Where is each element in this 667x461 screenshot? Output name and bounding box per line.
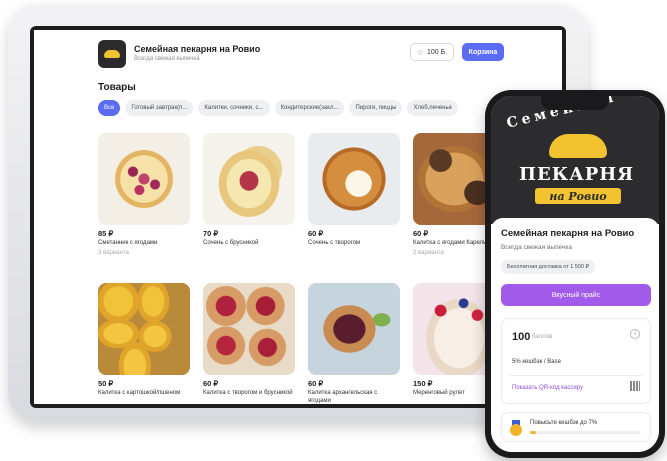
- product-photo[interactable]: [98, 283, 190, 375]
- points-button[interactable]: ☆ 100 Б.: [410, 43, 454, 61]
- phone-screen: Семейная ПЕКАРНЯ на Ровио Семейная пекар…: [491, 96, 659, 452]
- product-card[interactable]: 50 ₽ Калитка с картошкой/пшеном: [98, 283, 190, 398]
- medal-icon: [510, 420, 522, 436]
- phone-store-subtitle: Всегда свежая выпечка: [501, 244, 572, 251]
- promo-mockup: Семейная пекарня на Ровио Всегда свежая …: [0, 0, 667, 461]
- product-name: Калитка с творогом и брусникой: [203, 390, 293, 396]
- category-chip[interactable]: Калитки, сочники, с...: [198, 100, 270, 116]
- product-name: Сочень с творогом: [308, 240, 361, 246]
- product-name: Сочень с брусникой: [203, 240, 259, 246]
- category-chip[interactable]: Кондитерские(закл...: [274, 100, 345, 116]
- store-name: Семейная пекарня на Ровио: [134, 44, 261, 54]
- star-icon: ☆: [416, 47, 424, 57]
- cashback-level: 5% кешбэк / Base: [512, 359, 561, 365]
- level-up-text: Повысьте кешбэк до 7%: [530, 420, 598, 426]
- qr-code-icon[interactable]: [630, 381, 640, 391]
- product-photo[interactable]: [308, 283, 400, 375]
- phone-notch: [541, 96, 609, 110]
- logo-word-bottom: на Ровио: [535, 188, 621, 204]
- phone-store-title: Семейная пекарня на Ровио: [501, 228, 635, 239]
- price-list-button[interactable]: Вкусный прайс: [501, 284, 651, 306]
- product-price: 60 ₽: [308, 379, 324, 388]
- product-variants: 3 варианта: [98, 249, 129, 256]
- product-name: Калитка архангельская с ягодами: [308, 390, 378, 404]
- product-card[interactable]: 60 ₽ Калитка архангельская с ягодами: [308, 283, 400, 404]
- bread-icon: [104, 50, 120, 58]
- product-price: 60 ₽: [308, 229, 324, 238]
- product-name: Калитка с картошкой/пшеном: [98, 390, 181, 396]
- bakery-logo-banner: Семейная ПЕКАРНЯ на Ровио: [491, 96, 659, 224]
- level-up-card[interactable]: Повысьте кешбэк до 7%: [501, 412, 651, 442]
- product-photo[interactable]: [308, 133, 400, 225]
- category-chip[interactable]: Пироги, пиццы: [349, 100, 403, 116]
- category-chip[interactable]: Хлеб,печенье: [407, 100, 458, 116]
- phone-store-card: Семейная пекарня на Ровио Всегда свежая …: [491, 218, 659, 452]
- product-name: Сметанник с ягодами: [98, 240, 158, 246]
- cart-button[interactable]: Корзина: [462, 43, 504, 61]
- product-card[interactable]: 60 ₽ Калитка с творогом и брусникой: [203, 283, 295, 398]
- product-card[interactable]: 60 ₽ Сочень с творогом: [308, 133, 400, 248]
- phone-device: Семейная ПЕКАРНЯ на Ровио Семейная пекар…: [485, 90, 665, 458]
- product-photo[interactable]: [203, 133, 295, 225]
- store-logo[interactable]: [98, 40, 126, 68]
- product-card[interactable]: 85 ₽ Сметанник с ягодами 3 варианта: [98, 133, 190, 256]
- show-qr-link[interactable]: Показать QR-код кассиру: [512, 385, 583, 391]
- category-chips: Все Готовый завтрак(п... Калитки, сочники,…: [98, 100, 458, 116]
- logo-word-mid: ПЕКАРНЯ: [519, 164, 635, 185]
- delivery-badge: Бесплатная доставка от 1 500 ₽: [501, 260, 596, 274]
- category-chip[interactable]: Все: [98, 100, 121, 116]
- bread-loaf-icon: [549, 134, 607, 158]
- product-card[interactable]: 70 ₽ Сочень с брусникой: [203, 133, 295, 248]
- level-progress-fill: [530, 431, 536, 434]
- product-price: 50 ₽: [98, 379, 114, 388]
- bonus-points-unit: баллов: [532, 334, 553, 340]
- bonus-card: 100 баллов i 5% кешбэк / Base Показать Q…: [501, 318, 651, 404]
- product-photo[interactable]: [203, 283, 295, 375]
- product-photo[interactable]: [98, 133, 190, 225]
- catalog-title: Товары: [98, 82, 136, 93]
- store-subtitle: Всегда свежая выпечка: [134, 56, 200, 62]
- points-label: 100 Б.: [427, 48, 448, 56]
- product-price: 70 ₽: [203, 229, 219, 238]
- product-price: 60 ₽: [203, 379, 219, 388]
- divider: [510, 375, 642, 376]
- bonus-points-value: 100: [512, 331, 531, 343]
- info-icon[interactable]: i: [630, 329, 640, 339]
- store-header: Семейная пекарня на Ровио Всегда свежая …: [98, 40, 518, 74]
- product-price: 85 ₽: [98, 229, 114, 238]
- category-chip[interactable]: Готовый завтрак(п...: [125, 100, 194, 116]
- level-progress-bar: [530, 431, 640, 434]
